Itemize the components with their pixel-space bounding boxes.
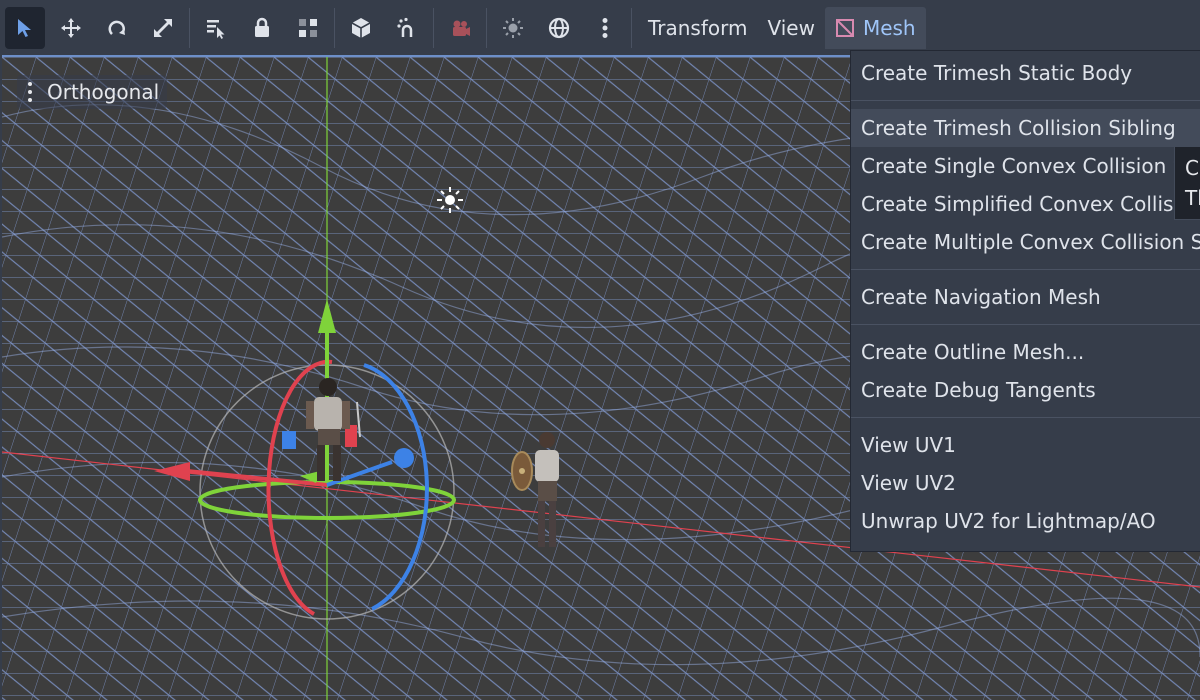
group-icon xyxy=(299,18,317,37)
menu-separator xyxy=(851,100,1200,101)
tooltip-line-2: Th xyxy=(1185,186,1200,210)
scale-tool-button[interactable] xyxy=(143,7,183,49)
local-space-button[interactable] xyxy=(341,7,381,49)
kebab-menu-icon xyxy=(23,80,37,104)
menu-item-unwrap-uv2[interactable]: Unwrap UV2 for Lightmap/AO xyxy=(851,502,1200,540)
mesh-menu[interactable]: Mesh xyxy=(824,6,926,49)
transform-menu[interactable]: Transform xyxy=(638,7,757,49)
menu-item-view-uv1[interactable]: View UV1 xyxy=(851,426,1200,464)
view-mode-label: Orthogonal xyxy=(47,80,160,104)
menu-item-create-debug-tangents[interactable]: Create Debug Tangents xyxy=(851,371,1200,409)
cube-icon xyxy=(351,17,371,38)
snap-button[interactable] xyxy=(387,7,427,49)
menu-separator xyxy=(851,417,1200,418)
snap-magnet-icon xyxy=(397,17,413,37)
toolbar-separator xyxy=(486,7,487,48)
rotate-tool-button[interactable] xyxy=(97,7,137,49)
kebab-menu-icon xyxy=(602,17,608,38)
godot-3d-editor: Transform View Mesh Orthogonal Create Tr… xyxy=(0,0,1200,700)
menu-item-create-multiple-convex-collision-siblings[interactable]: Create Multiple Convex Collision Sibling… xyxy=(851,223,1200,261)
more-options-button[interactable] xyxy=(585,7,625,49)
lock-icon xyxy=(255,17,269,37)
cursor-arrow-icon xyxy=(18,18,31,37)
view-menu[interactable]: View xyxy=(757,7,824,49)
globe-icon xyxy=(548,17,570,38)
list-select-icon xyxy=(207,19,225,39)
mesh-menu-label: Mesh xyxy=(862,15,916,40)
camera-preview-button[interactable] xyxy=(440,7,480,49)
group-button[interactable] xyxy=(288,7,328,49)
toolbar-separator xyxy=(189,7,190,48)
scale-icon xyxy=(154,18,172,37)
move-tool-button[interactable] xyxy=(51,7,91,49)
toolbar-separator xyxy=(433,7,434,48)
mesh-dropdown-menu: Create Trimesh Static Body Create Trimes… xyxy=(850,50,1200,552)
toolbar-separator xyxy=(631,7,632,48)
lock-button[interactable] xyxy=(242,7,282,49)
tooltip-line-1: Cr xyxy=(1185,156,1200,180)
viewport-toolbar: Transform View Mesh xyxy=(0,0,1200,55)
menu-separator xyxy=(851,324,1200,325)
menu-item-view-uv2[interactable]: View UV2 xyxy=(851,464,1200,502)
move-arrows-icon xyxy=(61,17,81,38)
sun-icon xyxy=(503,17,523,38)
menu-item-create-trimesh-collision-sibling[interactable]: Create Trimesh Collision Sibling xyxy=(851,109,1200,147)
view-mode-button[interactable]: Orthogonal xyxy=(17,75,168,109)
menu-item-tooltip: Cr Th xyxy=(1174,146,1200,220)
environment-toggle-button[interactable] xyxy=(539,7,579,49)
menu-item-create-single-convex-collision-sibling[interactable]: Create Single Convex Collision Sibling xyxy=(851,147,1200,185)
sun-toggle-button[interactable] xyxy=(493,7,533,49)
toolbar-separator xyxy=(334,7,335,48)
menu-item-create-trimesh-static-body[interactable]: Create Trimesh Static Body xyxy=(851,54,1200,92)
camera-icon xyxy=(453,20,470,36)
mesh-icon xyxy=(835,18,855,38)
list-select-tool-button[interactable] xyxy=(196,7,236,49)
menu-item-create-simplified-convex-collision-sibling[interactable]: Create Simplified Convex Collision Sibli… xyxy=(851,185,1200,223)
select-tool-button[interactable] xyxy=(5,6,45,49)
rotate-icon xyxy=(108,20,125,35)
menu-separator xyxy=(851,269,1200,270)
menu-item-create-outline-mesh[interactable]: Create Outline Mesh... xyxy=(851,333,1200,371)
menu-item-create-navigation-mesh[interactable]: Create Navigation Mesh xyxy=(851,278,1200,316)
